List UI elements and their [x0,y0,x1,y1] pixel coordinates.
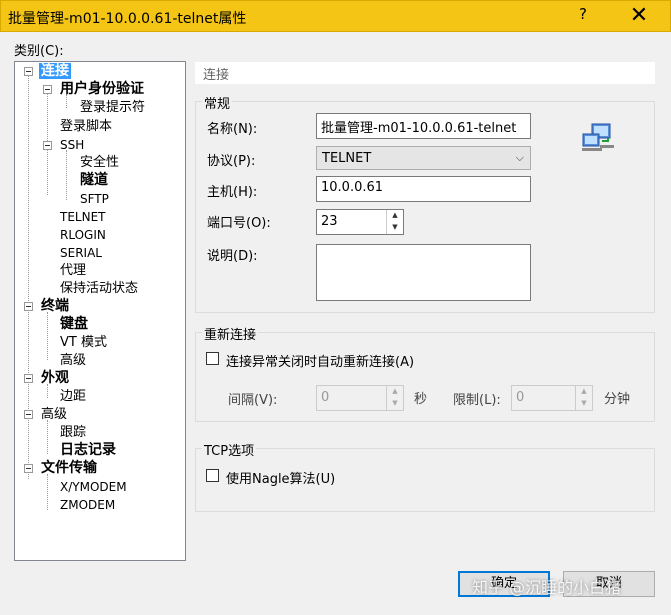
category-tree[interactable]: 连接 用户身份验证 登录提示符 登录脚本 SSH 安全性 隧道 SFTP TEL… [14,61,186,561]
tree-item-sftp[interactable]: SFTP [80,191,109,208]
tree-item-terminal[interactable]: 终端 [41,298,69,315]
tree-item-margin[interactable]: 边距 [60,388,86,405]
tree-item-login-prompt[interactable]: 登录提示符 [80,99,145,116]
tree-item-rlogin[interactable]: RLOGIN [60,227,106,244]
limit-unit: 分钟 [604,392,631,407]
tree-item-login-script[interactable]: 登录脚本 [60,118,112,135]
chevron-down-icon: ⌵ [515,151,524,164]
collapse-icon[interactable] [24,374,33,383]
port-stepper[interactable]: 23 ▲ ▼ [316,209,404,235]
collapse-icon[interactable] [43,85,52,94]
interval-label: 间隔(V): [228,393,278,408]
tree-item-advanced[interactable]: 高级 [41,406,67,423]
tree-item-serial[interactable]: SERIAL [60,245,102,262]
tree-item-appearance[interactable]: 外观 [41,370,69,387]
limit-label: 限制(L): [453,393,501,408]
down-arrow-icon[interactable]: ▼ [387,398,403,410]
description-label: 说明(D): [207,249,258,264]
up-arrow-icon[interactable]: ▲ [576,386,592,398]
collapse-icon[interactable] [43,141,52,150]
tree-item-security[interactable]: 安全性 [80,154,119,171]
section-header: 连接 [195,62,655,84]
collapse-icon[interactable] [24,67,33,76]
tree-item-keepalive[interactable]: 保持活动状态 [60,280,138,297]
tree-item-file-transfer[interactable]: 文件传输 [41,460,97,477]
down-arrow-icon[interactable]: ▼ [387,222,403,234]
up-arrow-icon[interactable]: ▲ [387,210,403,222]
host-input[interactable]: 10.0.0.61 [316,176,531,202]
protocol-value: TELNET [322,151,372,166]
close-button[interactable]: ✕ [619,4,659,30]
tree-item-vt-mode[interactable]: VT 模式 [60,334,107,351]
tree-item-terminal-advanced[interactable]: 高级 [60,352,86,369]
limit-stepper[interactable]: 0 ▲ ▼ [511,385,593,411]
category-label: 类别(C): [14,44,64,59]
window-title: 批量管理-m01-10.0.0.61-telnet属性 [8,11,247,27]
nagle-label: 使用Nagle算法(U) [226,472,336,487]
network-computers-icon [582,123,614,151]
protocol-select[interactable]: TELNET ⌵ [316,146,531,170]
title-bar: 批量管理-m01-10.0.0.61-telnet属性 ? ✕ [0,0,671,32]
up-arrow-icon[interactable]: ▲ [387,386,403,398]
general-group-title: 常规 [202,93,233,112]
tree-item-telnet[interactable]: TELNET [60,209,106,226]
interval-unit: 秒 [414,392,428,407]
auto-reconnect-checkbox[interactable] [206,352,219,365]
tree-item-ssh[interactable]: SSH [60,137,84,154]
tree-line [66,150,67,200]
description-input[interactable] [316,244,531,301]
host-label: 主机(H): [207,185,258,200]
tree-item-connection[interactable]: 连接 [39,63,71,80]
tree-item-auth[interactable]: 用户身份验证 [60,81,144,98]
tree-item-trace[interactable]: 跟踪 [60,424,86,441]
tree-item-proxy[interactable]: 代理 [60,262,86,279]
tree-item-keyboard[interactable]: 键盘 [60,316,88,333]
port-label: 端口号(O): [207,216,271,231]
collapse-icon[interactable] [24,410,33,419]
name-input[interactable]: 批量管理-m01-10.0.0.61-telnet [316,113,531,139]
tree-item-tunnel[interactable]: 隧道 [80,172,108,189]
name-label: 名称(N): [207,122,258,137]
port-value: 23 [321,214,338,229]
watermark: 知乎 @沉睡的小白猪 [472,578,622,597]
down-arrow-icon[interactable]: ▼ [576,398,592,410]
collapse-icon[interactable] [24,302,33,311]
interval-stepper[interactable]: 0 ▲ ▼ [316,385,404,411]
interval-value: 0 [321,390,330,405]
tree-item-zmodem[interactable]: ZMODEM [60,497,115,514]
collapse-icon[interactable] [24,464,33,473]
nagle-checkbox[interactable] [206,469,219,482]
tree-line [47,474,48,510]
auto-reconnect-label: 连接异常关闭时自动重新连接(A) [226,355,415,370]
protocol-label: 协议(P): [207,154,256,169]
limit-value: 0 [516,390,525,405]
tree-item-log[interactable]: 日志记录 [60,442,116,459]
reconnect-group-title: 重新连接 [202,324,259,343]
tcp-group-title: TCP选项 [202,440,257,459]
help-button[interactable]: ? [573,5,593,23]
tree-item-xymodem[interactable]: X/YMODEM [60,479,127,496]
tree-line [47,312,48,360]
tree-line [47,420,48,454]
